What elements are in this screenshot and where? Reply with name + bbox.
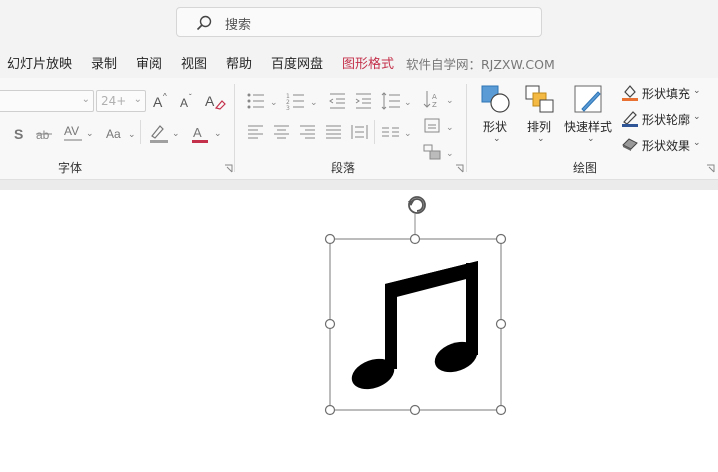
drawing-dialog-launcher-icon[interactable]	[706, 164, 715, 173]
watermark-text: 软件自学网：RJZXW.COM	[406, 57, 555, 72]
svg-text:⌄: ⌄	[404, 129, 412, 139]
svg-text:ˇ: ˇ	[189, 93, 192, 102]
text-direction-icon[interactable]: AZ ⌄	[422, 89, 456, 111]
quick-styles-icon[interactable]	[572, 84, 606, 114]
slide-canvas[interactable]	[0, 190, 718, 472]
distributed-icon[interactable]	[350, 122, 370, 142]
title-bar: 搜索	[0, 0, 718, 44]
paragraph-divider	[374, 120, 375, 144]
align-left-icon[interactable]	[246, 122, 266, 142]
svg-text:⌄: ⌄	[446, 149, 454, 159]
decrease-indent-icon[interactable]	[328, 91, 348, 111]
ribbon-tabs: 幻灯片放映 录制 审阅 视图 帮助 百度网盘 图形格式 软件自学网：RJZXW.…	[0, 44, 718, 78]
font-color-icon[interactable]: A ⌄	[190, 122, 224, 144]
increase-indent-icon[interactable]	[354, 91, 374, 111]
svg-text:⌄: ⌄	[214, 129, 222, 139]
align-center-icon[interactable]	[272, 122, 292, 142]
character-spacing-icon[interactable]: AV ⌄	[62, 122, 94, 144]
shape-outline-label[interactable]: 形状轮廓	[642, 111, 690, 128]
clear-formatting-icon[interactable]: A	[204, 90, 226, 112]
svg-text:A: A	[432, 93, 437, 101]
drawing-group-label: 绘图	[573, 161, 598, 175]
line-spacing-icon[interactable]: ⌄	[380, 91, 414, 111]
shape-fill-dropdown-icon[interactable]: ⌄	[693, 86, 701, 96]
svg-text:⌄: ⌄	[310, 98, 318, 108]
ribbon: ⌄ 24+ ⌄ A ^ A ˇ A S ab AV ⌄ Aa ⌄ ⌄ A ⌄ 字…	[0, 78, 718, 180]
svg-text:A: A	[180, 96, 188, 110]
shape-outline-dropdown-icon[interactable]: ⌄	[693, 112, 701, 122]
tab-baidu-netdisk[interactable]: 百度网盘	[271, 53, 323, 72]
svg-text:A: A	[153, 94, 163, 110]
svg-text:ab: ab	[36, 128, 50, 142]
svg-text:AV: AV	[64, 124, 79, 138]
shapes-icon[interactable]	[479, 84, 513, 114]
convert-to-smartart-icon[interactable]: ⌄	[422, 142, 456, 162]
font-size-combo[interactable]: 24+ ⌄	[96, 90, 146, 112]
svg-text:A: A	[205, 93, 215, 109]
search-icon	[196, 15, 212, 31]
svg-text:Aa: Aa	[106, 127, 121, 141]
font-divider	[140, 120, 141, 144]
paragraph-group-label: 段落	[331, 161, 356, 175]
tab-shape-format[interactable]: 图形格式	[342, 53, 394, 72]
group-separator	[234, 84, 235, 172]
change-case-icon[interactable]: Aa ⌄	[104, 123, 136, 143]
shape-fill-label[interactable]: 形状填充	[642, 85, 690, 102]
justify-icon[interactable]	[324, 122, 344, 142]
font-group-label: 字体	[58, 161, 83, 175]
svg-text:A: A	[193, 125, 202, 140]
tab-view[interactable]: 视图	[181, 53, 207, 72]
tab-review[interactable]: 审阅	[136, 53, 162, 72]
svg-text:Z: Z	[432, 101, 437, 109]
numbering-icon[interactable]: 1 2 3 ⌄	[286, 91, 320, 111]
arrange-dropdown-icon[interactable]: ⌄	[537, 134, 545, 144]
search-label: 搜索	[225, 18, 252, 33]
shapes-label[interactable]: 形状	[483, 118, 507, 135]
bullets-icon[interactable]: ⌄	[246, 91, 280, 111]
svg-text:^: ^	[163, 92, 167, 101]
search-box[interactable]: 搜索	[176, 7, 542, 37]
svg-text:⌄: ⌄	[128, 130, 136, 140]
svg-text:⌄: ⌄	[270, 98, 278, 108]
quick-styles-label[interactable]: 快速样式	[564, 118, 612, 135]
font-size-value: 24+	[101, 94, 127, 108]
shape-effects-icon[interactable]	[621, 135, 639, 153]
grow-font-icon[interactable]: A ^	[151, 91, 171, 111]
align-text-icon[interactable]: ⌄	[422, 116, 456, 136]
arrange-label[interactable]: 排列	[527, 118, 551, 135]
shape-outline-icon[interactable]	[621, 109, 639, 127]
shapes-dropdown-icon[interactable]: ⌄	[493, 134, 501, 144]
font-dialog-launcher-icon[interactable]	[224, 164, 233, 173]
text-highlight-icon[interactable]: ⌄	[148, 122, 182, 144]
svg-text:⌄: ⌄	[172, 129, 180, 139]
columns-icon[interactable]: ⌄	[380, 122, 414, 142]
svg-text:S: S	[14, 126, 23, 142]
quick-styles-dropdown-icon[interactable]: ⌄	[587, 134, 595, 144]
svg-text:⌄: ⌄	[446, 96, 454, 106]
shadow-icon[interactable]: S	[12, 124, 28, 144]
shape-fill-icon[interactable]	[621, 83, 639, 101]
font-name-combo[interactable]: ⌄	[0, 90, 94, 112]
group-separator	[466, 84, 467, 172]
arrange-icon[interactable]	[524, 84, 556, 114]
ribbon-shadow-strip	[0, 180, 718, 190]
tab-slideshow[interactable]: 幻灯片放映	[7, 53, 72, 72]
align-right-icon[interactable]	[298, 122, 318, 142]
svg-text:⌄: ⌄	[404, 98, 412, 108]
shape-effects-dropdown-icon[interactable]: ⌄	[693, 138, 701, 148]
strikethrough-icon[interactable]: ab	[35, 124, 55, 144]
svg-text:⌄: ⌄	[446, 123, 454, 133]
tab-record[interactable]: 录制	[91, 53, 117, 72]
svg-text:⌄: ⌄	[86, 129, 94, 139]
shrink-font-icon[interactable]: A ˇ	[178, 91, 198, 111]
paragraph-dialog-launcher-icon[interactable]	[455, 164, 464, 173]
shape-effects-label[interactable]: 形状效果	[642, 137, 690, 154]
svg-text:3: 3	[286, 105, 290, 111]
tab-help[interactable]: 帮助	[226, 53, 252, 72]
